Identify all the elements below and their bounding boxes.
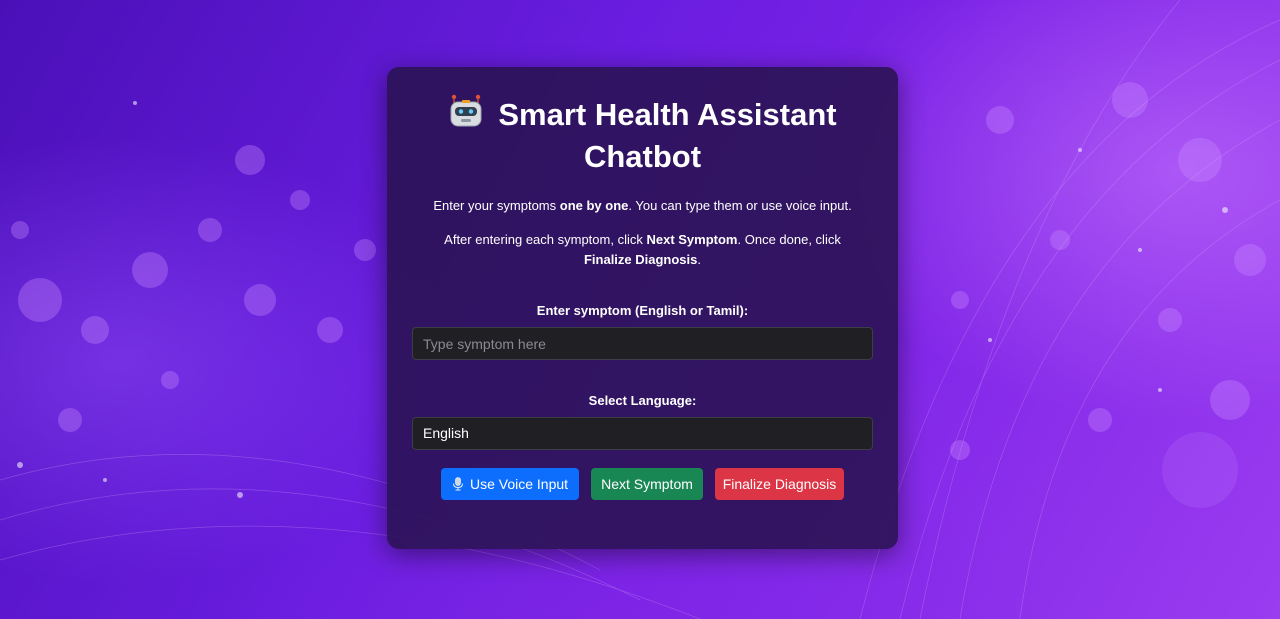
title-text: Smart Health Assistant Chatbot: [498, 97, 837, 174]
microphone-icon: [452, 470, 464, 491]
symptom-input[interactable]: [412, 327, 873, 360]
page-title: Smart Health Assistant Chatbot: [387, 93, 898, 178]
intro-line-2: After entering each symptom, click Next …: [407, 230, 878, 270]
intro-text: . You can type them or use voice input.: [628, 198, 852, 213]
intro-emphasis: Finalize Diagnosis: [583, 252, 698, 267]
intro-emphasis: Next Symptom: [646, 232, 738, 247]
intro-text: After entering each symptom, click: [444, 232, 647, 247]
intro-text: .: [697, 252, 702, 267]
next-symptom-button[interactable]: Next Symptom: [591, 468, 703, 500]
intro-emphasis: one by one: [559, 198, 629, 213]
chatbot-card: Smart Health Assistant Chatbot Enter you…: [387, 67, 898, 549]
robot-icon: [448, 93, 484, 129]
voice-button-label: Use Voice Input: [469, 476, 569, 492]
finalize-diagnosis-button[interactable]: Finalize Diagnosis: [715, 468, 844, 500]
use-voice-input-button[interactable]: Use Voice Input: [441, 468, 579, 500]
symptom-label: Enter symptom (English or Tamil):: [536, 303, 749, 318]
intro-line-1: Enter your symptoms one by one. You can …: [407, 196, 878, 216]
intro-text: Enter your symptoms: [433, 198, 560, 213]
language-label: Select Language:: [588, 393, 697, 408]
language-select[interactable]: English: [412, 417, 873, 450]
intro-text: . Once done, click: [737, 232, 841, 247]
language-selected-value: English: [423, 425, 469, 441]
